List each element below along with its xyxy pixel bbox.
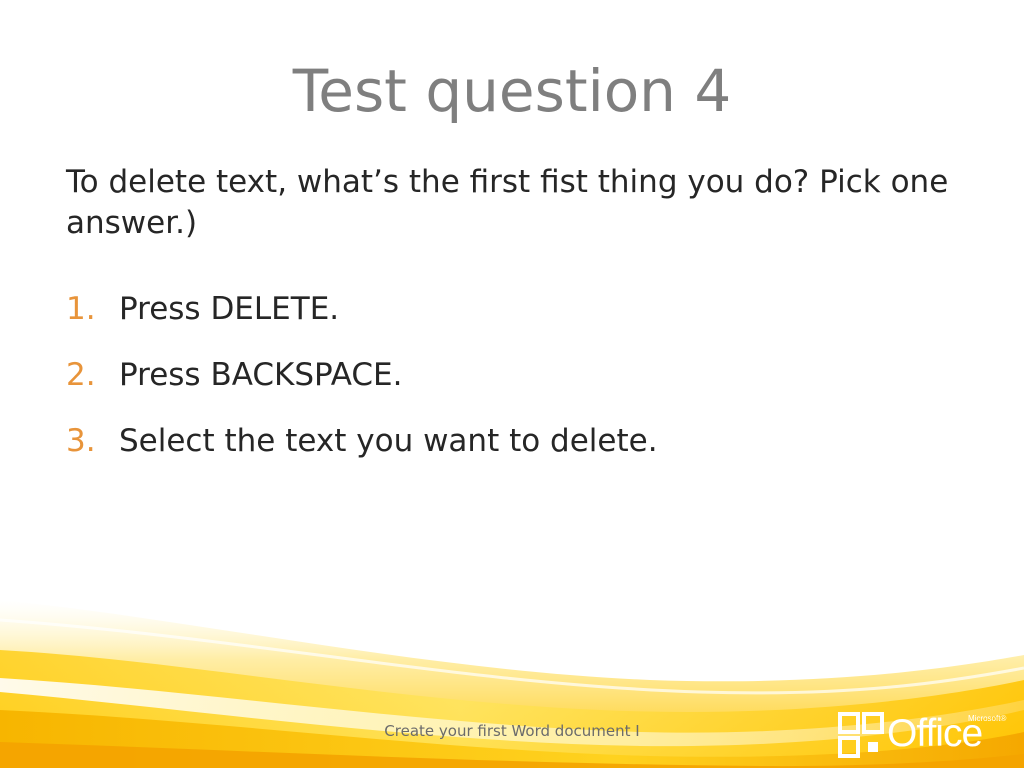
- office-logo: Office Microsoft®: [838, 708, 1014, 760]
- answer-number: 1.: [66, 291, 96, 327]
- answer-number: 3.: [66, 423, 96, 459]
- slide: Test question 4 To delete text, what’s t…: [0, 0, 1024, 768]
- answer-list: 1. Press DELETE. 2. Press BACKSPACE. 3. …: [66, 287, 966, 485]
- answer-option-3[interactable]: 3. Select the text you want to delete.: [66, 419, 966, 485]
- answer-number: 2.: [66, 357, 96, 393]
- answer-option-1[interactable]: 1. Press DELETE.: [66, 287, 966, 353]
- answer-option-2[interactable]: 2. Press BACKSPACE.: [66, 353, 966, 419]
- answer-text: Press BACKSPACE.: [119, 357, 403, 393]
- answer-text: Select the text you want to delete.: [119, 423, 658, 459]
- slide-title: Test question 4: [292, 57, 732, 125]
- answer-text: Press DELETE.: [119, 291, 340, 327]
- office-logo-icon: [838, 712, 884, 758]
- question-text: To delete text, what’s the first fist th…: [66, 164, 949, 241]
- microsoft-label: Microsoft®: [968, 714, 1007, 723]
